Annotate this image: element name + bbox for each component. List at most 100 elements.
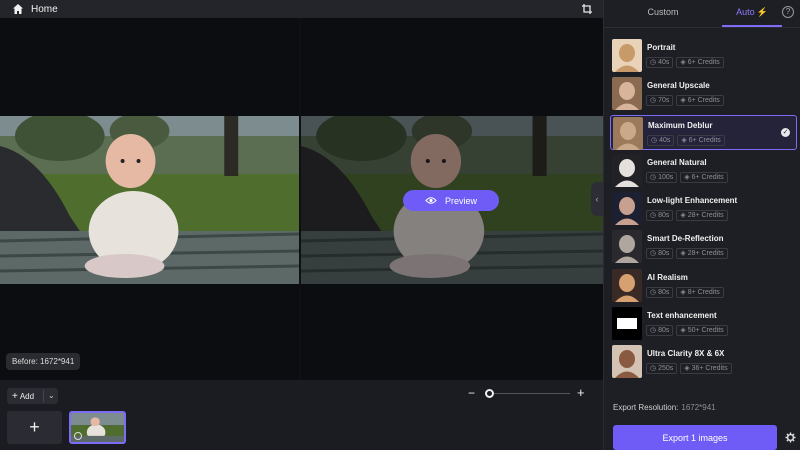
model-item-low-light-enhancement[interactable]: Low-light Enhancement ◷ 80s ◈ 28+ Credits bbox=[610, 191, 797, 226]
image-thumbnail[interactable] bbox=[69, 411, 126, 444]
model-thumbnail bbox=[612, 345, 642, 379]
preview-button[interactable]: Preview bbox=[403, 190, 499, 211]
divider bbox=[43, 390, 44, 402]
credits-tag: ◈ 28+ Credits bbox=[676, 248, 728, 260]
model-item-general-natural[interactable]: General Natural ◷ 100s ◈ 6+ Credits bbox=[610, 153, 797, 188]
model-tags: ◷ 40s ◈ 6+ Credits bbox=[647, 134, 728, 146]
model-thumbnail bbox=[612, 153, 642, 187]
model-credits: 50+ Credits bbox=[687, 327, 724, 335]
model-name: Ultra Clarity 8X & 6X bbox=[647, 349, 725, 359]
export-button[interactable]: Export 1 images bbox=[613, 425, 777, 450]
model-panel: Custom Auto ⚡ ? Portrait ◷ 40s ◈ 6+ Credits… bbox=[603, 0, 800, 450]
clock-icon: ◷ bbox=[650, 327, 659, 335]
model-list: Portrait ◷ 40s ◈ 6+ Credits General Upscale… bbox=[610, 38, 797, 383]
model-name: Low-light Enhancement bbox=[647, 196, 738, 206]
credits-tag: ◈ 6+ Credits bbox=[676, 57, 724, 68]
clock-icon: ◷ bbox=[650, 288, 659, 296]
zoom-out-button[interactable]: − bbox=[468, 386, 475, 400]
preview-label: Preview bbox=[444, 195, 477, 206]
chevron-down-icon[interactable]: ⌄ bbox=[48, 391, 55, 400]
chevron-left-icon: ‹ bbox=[595, 194, 599, 204]
help-icon[interactable]: ? bbox=[782, 6, 794, 18]
model-item-smart-de-reflection[interactable]: Smart De-Reflection ◷ 80s ◈ 28+ Credits bbox=[610, 229, 797, 264]
zoom-slider-track[interactable] bbox=[490, 393, 570, 394]
plus-icon: + bbox=[12, 390, 18, 402]
before-resolution-badge: Before: 1672*941 bbox=[6, 353, 81, 370]
credits-icon: ◈ bbox=[680, 59, 688, 66]
model-name: AI Realism bbox=[647, 272, 688, 282]
model-tags: ◷ 80s ◈ 50+ Credits bbox=[646, 325, 731, 337]
add-button[interactable]: + Add ⌄ bbox=[7, 388, 58, 404]
model-tags: ◷ 80s ◈ 28+ Credits bbox=[646, 248, 731, 260]
model-thumbnail bbox=[612, 39, 642, 72]
credits-tag: ◈ 6+ Credits bbox=[680, 171, 728, 183]
model-credits: 6+ Credits bbox=[687, 59, 720, 66]
home-label[interactable]: Home bbox=[31, 4, 58, 15]
model-credits: 28+ Credits bbox=[687, 212, 724, 220]
model-thumbnail bbox=[613, 116, 643, 150]
credits-icon: ◈ bbox=[684, 173, 692, 181]
zoom-slider-knob[interactable] bbox=[485, 389, 494, 398]
time-tag: ◷ 80s bbox=[646, 286, 674, 298]
model-item-maximum-deblur[interactable]: Maximum Deblur ◷ 40s ◈ 6+ Credits ✓ bbox=[610, 114, 797, 150]
model-name: Portrait bbox=[647, 43, 676, 52]
time-tag: ◷ 250s bbox=[646, 363, 678, 375]
model-tags: ◷ 40s ◈ 6+ Credits bbox=[646, 57, 727, 68]
clock-icon: ◷ bbox=[650, 365, 659, 373]
credits-icon: ◈ bbox=[680, 250, 688, 258]
home-icon[interactable] bbox=[12, 3, 24, 15]
model-name: Maximum Deblur bbox=[648, 120, 713, 130]
credits-icon: ◈ bbox=[681, 136, 689, 144]
crop-icon[interactable] bbox=[581, 3, 593, 15]
gear-icon[interactable] bbox=[785, 432, 796, 443]
collapse-panel-handle[interactable]: ‹ bbox=[591, 182, 603, 216]
model-credits: 6+ Credits bbox=[688, 136, 721, 144]
model-name: Text enhancement bbox=[647, 311, 717, 321]
model-tags: ◷ 250s ◈ 36+ Credits bbox=[646, 363, 735, 375]
model-item-portrait[interactable]: Portrait ◷ 40s ◈ 6+ Credits bbox=[610, 38, 797, 73]
model-item-general-upscale[interactable]: General Upscale ◷ 70s ◈ 6+ Credits bbox=[610, 76, 797, 111]
credits-tag: ◈ 36+ Credits bbox=[680, 363, 732, 375]
clock-icon: ◷ bbox=[650, 250, 659, 258]
model-time: 40s bbox=[658, 59, 670, 66]
credits-icon: ◈ bbox=[684, 365, 692, 373]
credits-tag: ◈ 6+ Credits bbox=[677, 134, 725, 146]
model-time: 80s bbox=[658, 250, 670, 258]
model-tags: ◷ 70s ◈ 6+ Credits bbox=[646, 95, 727, 107]
model-item-text-enhancement[interactable]: Text enhancement ◷ 80s ◈ 50+ Credits bbox=[610, 306, 797, 341]
model-time: 250s bbox=[658, 365, 674, 373]
credits-tag: ◈ 6+ Credits bbox=[676, 95, 724, 107]
model-tags: ◷ 80s ◈ 28+ Credits bbox=[646, 210, 731, 222]
model-time: 80s bbox=[658, 288, 670, 296]
before-pane bbox=[0, 18, 299, 380]
model-thumbnail bbox=[612, 192, 642, 226]
model-time: 100s bbox=[658, 173, 674, 181]
model-tags: ◷ 100s ◈ 6+ Credits bbox=[646, 171, 731, 183]
add-image-tile[interactable]: + bbox=[7, 411, 62, 444]
model-credits: 6+ Credits bbox=[687, 97, 720, 105]
clock-icon: ◷ bbox=[650, 59, 659, 66]
tab-custom[interactable]: Custom bbox=[604, 0, 722, 27]
model-name: General Natural bbox=[647, 157, 707, 167]
model-time: 40s bbox=[659, 136, 671, 144]
credits-tag: ◈ 8+ Credits bbox=[676, 286, 724, 298]
add-label: Add bbox=[19, 391, 35, 401]
eye-icon bbox=[425, 197, 437, 204]
credits-icon: ◈ bbox=[680, 212, 688, 220]
clock-icon: ◷ bbox=[650, 97, 659, 105]
model-item-ai-realism[interactable]: AI Realism ◷ 80s ◈ 8+ Credits bbox=[610, 268, 797, 303]
clock-icon: ◷ bbox=[651, 136, 660, 144]
lightning-icon: ⚡ bbox=[756, 7, 768, 17]
model-credits: 28+ Credits bbox=[687, 250, 724, 258]
model-time: 80s bbox=[658, 212, 670, 220]
model-thumbnail bbox=[612, 268, 642, 302]
thumbnail-status-icon bbox=[74, 432, 82, 440]
export-resolution: Export Resolution: 1672*941 bbox=[613, 403, 716, 412]
zoom-in-button[interactable]: + bbox=[577, 385, 585, 400]
model-item-ultra-clarity-8x-6x[interactable]: Ultra Clarity 8X & 6X ◷ 250s ◈ 36+ Credits bbox=[610, 344, 797, 379]
tab-auto[interactable]: Auto ⚡ bbox=[722, 0, 782, 27]
time-tag: ◷ 70s bbox=[646, 95, 674, 107]
check-icon: ✓ bbox=[781, 127, 790, 137]
model-credits: 6+ Credits bbox=[691, 173, 724, 181]
model-thumbnail bbox=[612, 77, 642, 111]
